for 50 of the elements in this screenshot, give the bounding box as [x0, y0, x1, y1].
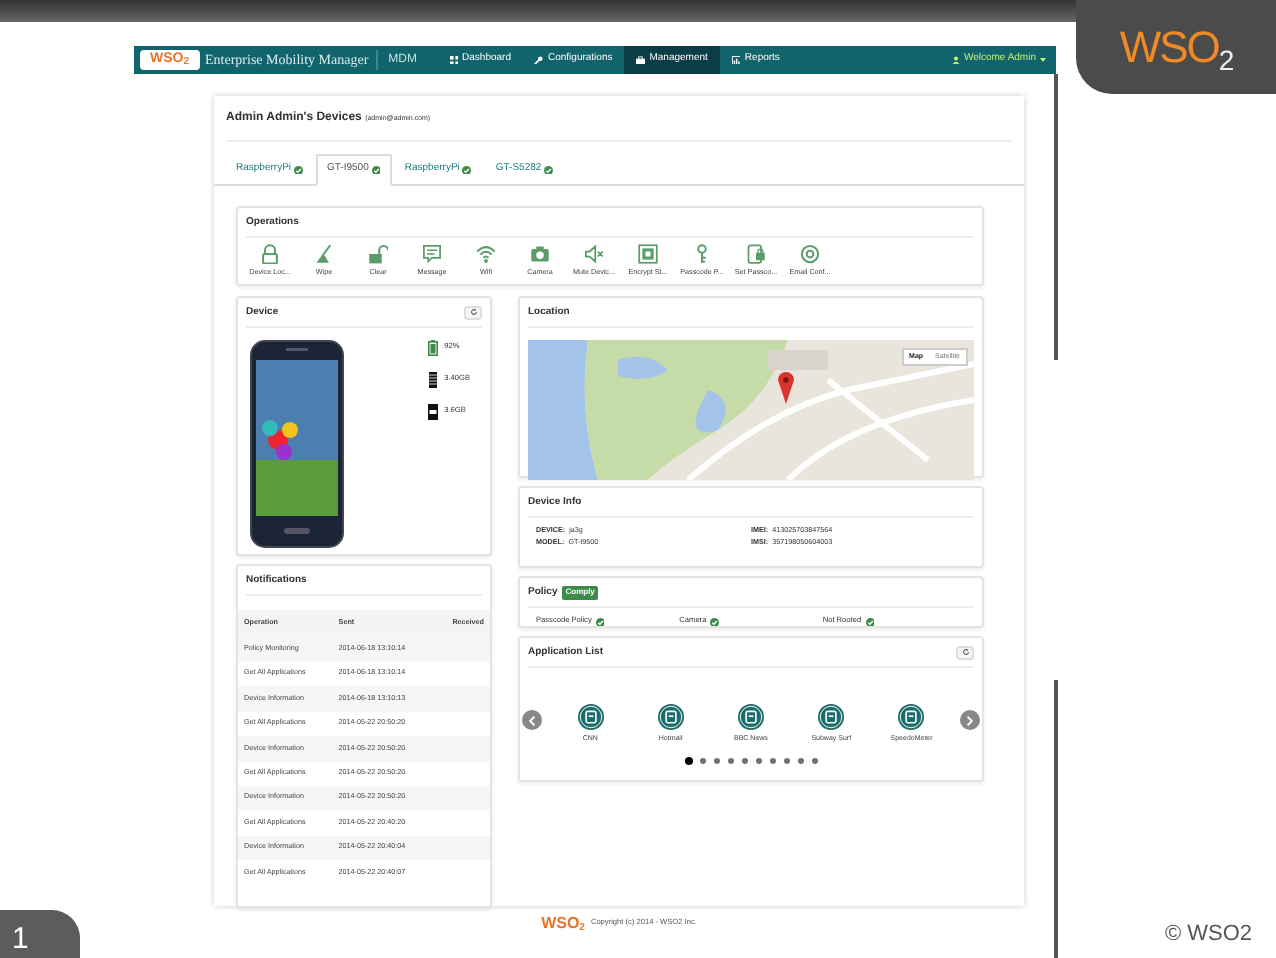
carousel-dot[interactable] — [713, 758, 719, 765]
bar-chart-icon — [731, 55, 741, 65]
carousel-dot[interactable] — [755, 758, 761, 765]
app-icon — [898, 704, 925, 730]
person-icon — [951, 55, 960, 65]
refresh-icon — [469, 308, 477, 317]
app-icon — [737, 704, 764, 730]
app-icon — [577, 704, 604, 730]
carousel-dot[interactable] — [769, 758, 775, 765]
unlocked-lock-icon — [368, 244, 388, 264]
carousel-dot[interactable] — [727, 758, 733, 765]
briefcase-icon — [636, 55, 646, 65]
check-icon — [544, 165, 554, 174]
carousel-dot[interactable] — [797, 758, 803, 765]
speech-bubble-icon — [422, 244, 442, 264]
camera-icon — [530, 244, 550, 264]
phone-lock-icon — [746, 244, 766, 264]
refresh-icon — [961, 648, 969, 657]
carousel-dot[interactable] — [783, 758, 789, 765]
chevron-left-icon — [528, 715, 536, 725]
carousel-dot[interactable] — [741, 758, 747, 765]
refresh-button[interactable] — [464, 305, 482, 320]
lock-icon — [260, 244, 280, 264]
battery-icon — [428, 340, 439, 356]
broom-icon — [314, 244, 334, 264]
wrench-icon — [534, 55, 544, 65]
check-icon — [371, 165, 381, 174]
check-icon — [294, 165, 304, 174]
speaker-muted-icon — [584, 244, 604, 264]
logo: WSO$_{2}$ — [541, 912, 585, 936]
next-button[interactable] — [959, 710, 980, 730]
copyright-text: © WSO2 — [1164, 919, 1252, 949]
refresh-button[interactable] — [956, 645, 974, 660]
wifi-icon — [476, 244, 496, 264]
carousel-dot[interactable] — [685, 758, 691, 765]
check-icon — [462, 165, 472, 174]
carousel-dot[interactable] — [811, 758, 817, 765]
sd-card-icon — [428, 404, 439, 420]
chevron-right-icon — [965, 715, 974, 725]
key-icon — [692, 244, 712, 264]
previous-button[interactable] — [522, 710, 542, 730]
carousel-dot[interactable] — [699, 758, 705, 765]
app-icon — [818, 704, 845, 730]
logo: WSO$_{2}$ — [1119, 20, 1233, 79]
memory-chip-icon — [428, 372, 439, 388]
app-icon — [657, 704, 684, 730]
page-number: 1 — [0, 910, 80, 958]
grid-icon — [449, 55, 459, 65]
safe-icon — [638, 244, 658, 264]
caret-icon — [1040, 58, 1046, 62]
